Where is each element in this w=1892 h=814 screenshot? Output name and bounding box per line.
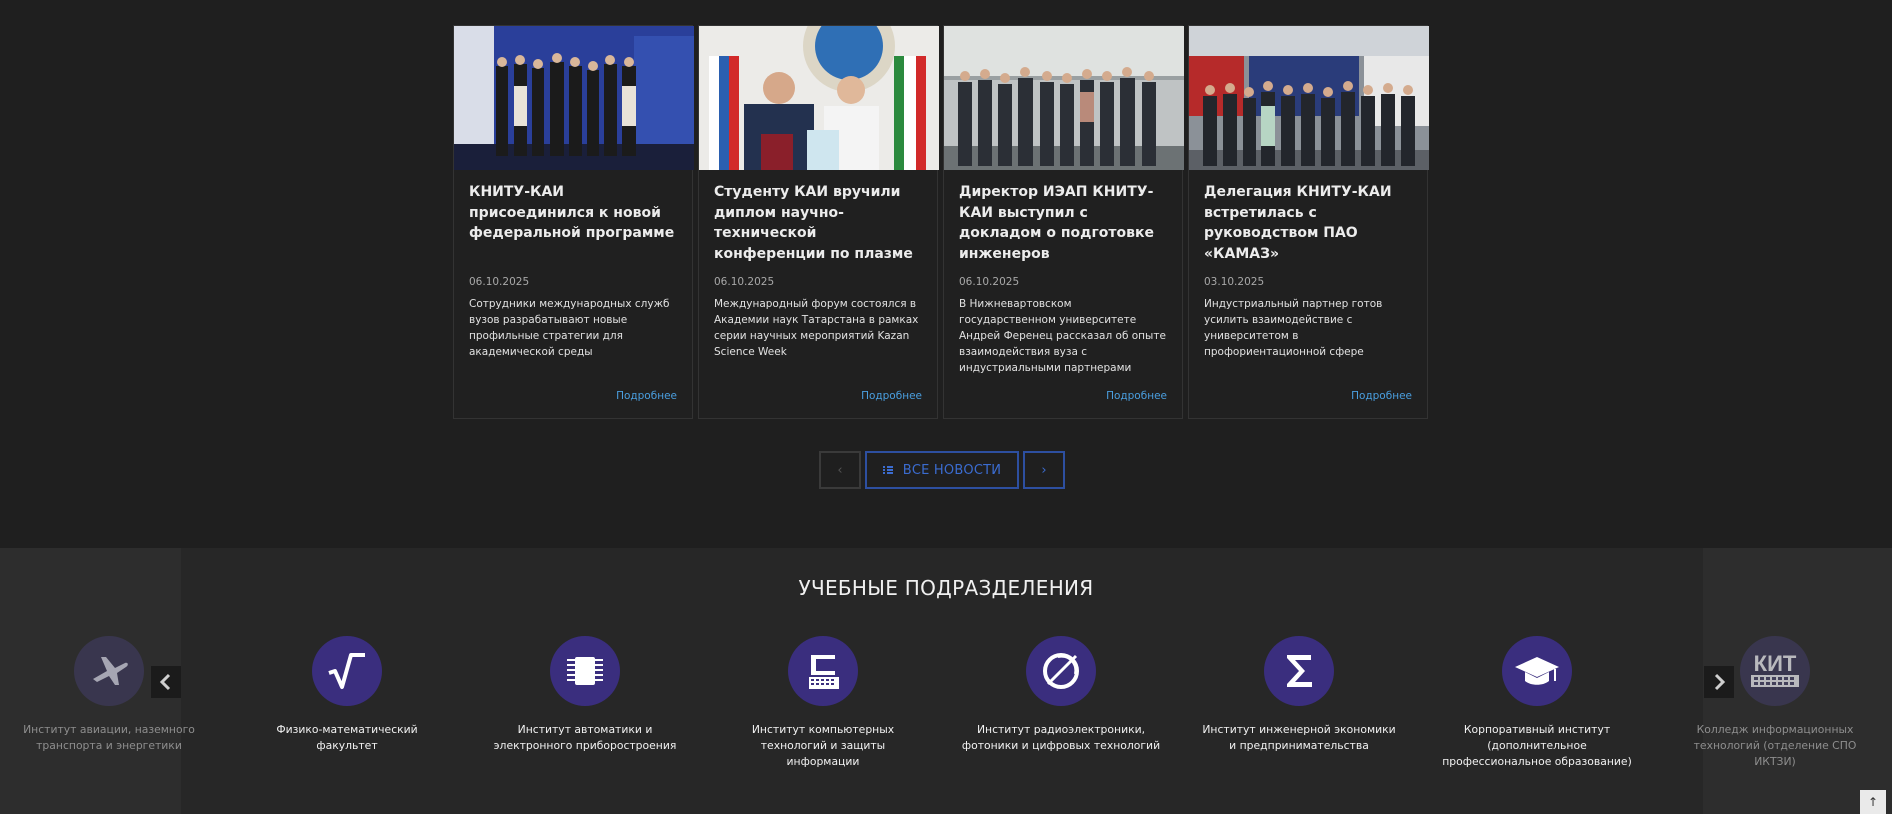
computer-icon (788, 636, 858, 706)
division-name: Колледж информационных технологий (отдел… (1693, 723, 1857, 768)
chevron-right-icon (1714, 673, 1726, 691)
news-title[interactable]: Делегация КНИТУ-КАИ встретилась с руково… (1204, 182, 1412, 274)
news-photo[interactable] (454, 26, 694, 170)
scroll-to-top-button[interactable]: ↑ (1860, 790, 1886, 814)
list-icon (882, 465, 893, 475)
carousel-prev-button[interactable] (151, 666, 181, 698)
news-photo[interactable] (944, 26, 1184, 170)
sigma-icon (1264, 636, 1334, 706)
carousel-next-button[interactable] (1704, 666, 1734, 698)
division-item[interactable]: Физико-математический факультет (247, 636, 447, 754)
division-item[interactable]: КИТ Колледж информационных технологий (о… (1675, 636, 1875, 770)
division-name: Корпоративный институт (дополнительное п… (1442, 723, 1632, 768)
news-section: КНИТУ-КАИ присоединился к новой федераль… (0, 0, 1892, 548)
division-item[interactable]: Институт радиоэлектроники, фотоники и ци… (961, 636, 1161, 754)
news-title[interactable]: Студенту КАИ вручили диплом научно-техни… (714, 182, 922, 274)
news-card[interactable]: Директор ИЭАП КНИТУ-КАИ выступил с докла… (943, 25, 1184, 419)
division-name: Институт автоматики и электронного прибо… (493, 723, 677, 752)
news-card[interactable]: Делегация КНИТУ-КАИ встретилась с руково… (1188, 25, 1429, 419)
news-date: 06.10.2025 (469, 276, 530, 288)
news-photo[interactable] (699, 26, 939, 170)
read-more-link[interactable]: Подробнее (1106, 390, 1167, 402)
news-summary: Международный форум состоялся в Академии… (714, 298, 919, 358)
read-more-link[interactable]: Подробнее (616, 390, 677, 402)
graduation-cap-icon (1502, 636, 1572, 706)
division-item[interactable]: Институт автоматики и электронного прибо… (485, 636, 685, 754)
read-more-link[interactable]: Подробнее (1351, 390, 1412, 402)
all-news-label: ВСЕ НОВОСТИ (902, 462, 1002, 478)
news-card[interactable]: КНИТУ-КАИ присоединился к новой федераль… (453, 25, 694, 419)
division-name: Институт инженерной экономики и предприн… (1202, 723, 1396, 752)
news-title[interactable]: Директор ИЭАП КНИТУ-КАИ выступил с докла… (959, 182, 1167, 274)
division-item[interactable]: Институт инженерной экономики и предприн… (1199, 636, 1399, 754)
division-name: Институт авиации, наземного транспорта и… (23, 723, 195, 752)
news-date: 06.10.2025 (959, 276, 1020, 288)
news-title[interactable]: КНИТУ-КАИ присоединился к новой федераль… (469, 182, 677, 274)
division-item[interactable]: Корпоративный институт (дополнительное п… (1437, 636, 1637, 770)
news-summary: В Нижневартовском государственном универ… (959, 298, 1166, 374)
division-name: Институт радиоэлектроники, фотоники и ци… (961, 723, 1161, 752)
divisions-section: УЧЕБНЫЕ ПОДРАЗДЕЛЕНИЯ Институт авиации, … (0, 548, 1892, 814)
square-root-icon (312, 636, 382, 706)
next-news-button[interactable]: › (1023, 451, 1065, 489)
svg-text:КИТ: КИТ (1754, 651, 1797, 676)
airplane-icon (74, 636, 144, 706)
division-item[interactable]: Институт компьютерных технологий и защит… (723, 636, 923, 770)
chevron-left-icon (159, 673, 171, 691)
all-news-button[interactable]: ВСЕ НОВОСТИ (865, 451, 1019, 489)
section-title: УЧЕБНЫЕ ПОДРАЗДЕЛЕНИЯ (798, 576, 1094, 600)
read-more-link[interactable]: Подробнее (861, 390, 922, 402)
news-cards: КНИТУ-КАИ присоединился к новой федераль… (453, 25, 1429, 419)
news-pager: ‹ ВСЕ НОВОСТИ › (819, 451, 1065, 489)
news-date: 06.10.2025 (714, 276, 775, 288)
kit-logo-icon: КИТ (1740, 636, 1810, 706)
chevron-left-icon: ‹ (837, 462, 843, 478)
news-summary: Индустриальный партнер готов усилить вза… (1204, 298, 1383, 358)
news-summary: Сотрудники международных служб вузов раз… (469, 298, 670, 358)
news-card[interactable]: Студенту КАИ вручили диплом научно-техни… (698, 25, 939, 419)
news-photo[interactable] (1189, 26, 1429, 170)
chevron-right-icon: › (1041, 462, 1047, 478)
radar-icon (1026, 636, 1096, 706)
news-date: 03.10.2025 (1204, 276, 1265, 288)
division-name: Физико-математический факультет (276, 723, 418, 752)
prev-news-button[interactable]: ‹ (819, 451, 861, 489)
chip-icon (550, 636, 620, 706)
division-name: Институт компьютерных технологий и защит… (751, 723, 895, 768)
